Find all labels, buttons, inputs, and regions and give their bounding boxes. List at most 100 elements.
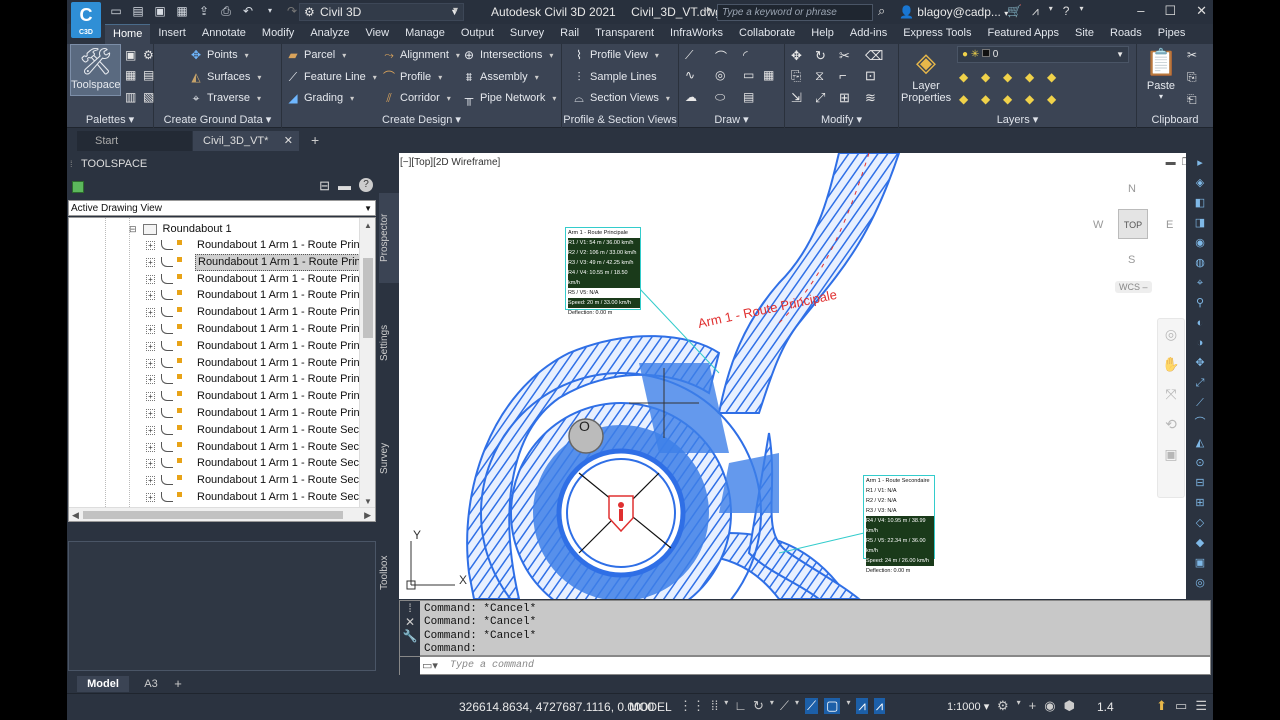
expand-icon[interactable]: + [146, 459, 155, 469]
properties-icon[interactable]: ▸ [1186, 153, 1213, 173]
dist-icon[interactable]: ⌒ [1186, 413, 1213, 433]
pan-icon[interactable]: ✋ [1158, 349, 1184, 379]
list-view-icon[interactable]: ▬ [338, 178, 351, 194]
hardware-accel-icon[interactable]: ⬢ [1064, 698, 1075, 714]
design-center-icon[interactable]: ▤ [143, 68, 154, 82]
panel-title-ground[interactable]: Create Ground Data ▾ [154, 113, 281, 126]
assembly-button[interactable]: ⩩ Assembly ▾ [462, 70, 539, 84]
model-space-toggle[interactable]: MODEL [629, 700, 672, 714]
tree-vertical-scrollbar[interactable]: ▲ ▼ [359, 218, 375, 508]
properties-palette-icon[interactable]: ▣ [125, 48, 136, 62]
tab-analyze[interactable]: Analyze [302, 24, 357, 44]
osnap-icon[interactable]: ⟋ [805, 698, 819, 714]
autoscale-icon[interactable]: ⩘ [873, 698, 886, 714]
pan-icon[interactable]: ◨ [1186, 213, 1213, 233]
layer-on-icon[interactable]: ◆ [959, 70, 968, 84]
region-icon[interactable]: ⊟ [1186, 473, 1213, 493]
lineweight-dropdown-icon[interactable]: ▾ [846, 698, 850, 714]
polar-dropdown-icon[interactable]: ▾ [770, 698, 774, 714]
snap-dropdown-icon[interactable]: ▾ [724, 698, 728, 714]
panel-title-modify[interactable]: Modify ▾ [785, 113, 898, 126]
compass-north[interactable]: N [1128, 183, 1136, 195]
mirror-icon[interactable]: ⧖ [815, 68, 824, 84]
tree-horizontal-scrollbar[interactable]: ◀ ▶ [69, 507, 375, 521]
expand-icon[interactable]: + [146, 241, 155, 250]
profile-button[interactable]: ⌒ Profile ▾ [382, 70, 442, 84]
tree-item[interactable]: + Roundabout 1 Arm 1 - Route Seco... [69, 455, 359, 472]
tree-item[interactable]: + Roundabout 1 Arm 1 - Route Princ... [69, 253, 359, 271]
gradient-icon[interactable]: ▤ [743, 90, 754, 104]
expand-icon[interactable]: + [146, 341, 155, 351]
expand-icon[interactable]: + [146, 408, 155, 418]
drawing-area[interactable]: O Arm 1 - Route Principale X Y Arm 1 - R… [399, 153, 1211, 599]
tab-home[interactable]: Home [105, 24, 151, 44]
move-icon[interactable]: ✥ [791, 48, 802, 64]
tab-output[interactable]: Output [453, 24, 502, 44]
layer-previous-icon[interactable]: ◆ [1047, 92, 1056, 106]
maximize-icon[interactable]: ☐ [1164, 3, 1176, 19]
new-tab-icon[interactable]: + [311, 132, 319, 148]
compass-east[interactable]: E [1166, 219, 1173, 231]
pipe-network-button[interactable]: ╥ Pipe Network ▾ [462, 91, 557, 105]
command-input[interactable]: ▭▾ Type a command [399, 656, 1211, 676]
tab-pipes[interactable]: Pipes [1150, 24, 1194, 44]
scroll-thumb[interactable] [363, 258, 373, 338]
toolspace-header[interactable]: ⁞ TOOLSPACE [67, 153, 379, 175]
tab-add-ins[interactable]: Add-ins [842, 24, 895, 44]
tab-survey[interactable]: Survey [502, 24, 552, 44]
orbit-icon[interactable]: ⟲ [1158, 409, 1184, 439]
scroll-right-icon[interactable]: ▶ [364, 508, 371, 521]
expand-icon[interactable]: + [146, 257, 155, 267]
isodraft-icon[interactable]: ⟋ [780, 698, 789, 714]
tab-toolbox[interactable]: Toolbox [379, 533, 399, 613]
hide-icon[interactable]: ◑ [1186, 333, 1213, 353]
grading-button[interactable]: ◢ Grading ▾ [286, 91, 354, 105]
tree-view-icon[interactable]: ⊟ [319, 178, 330, 194]
isolate-icon[interactable]: ◉ [1044, 698, 1055, 714]
ellipse-icon[interactable]: ⬭ [715, 90, 725, 105]
tool-palette-icon[interactable]: ▦ [125, 68, 136, 82]
steering-wheel-icon[interactable]: ◎ [1158, 319, 1184, 349]
panel-title-draw[interactable]: Draw ▾ [679, 113, 784, 126]
layer-icon[interactable]: ◉ [1186, 233, 1213, 253]
tree-item[interactable]: + Roundabout 1 Arm 1 - Route Seco... [69, 472, 359, 489]
grid-icon[interactable]: ⋮⋮ [679, 698, 705, 714]
cut-icon[interactable]: ✂ [1187, 48, 1197, 62]
annotation-scale[interactable]: 1:1000 ▾ [947, 700, 989, 713]
civil-update-icon[interactable]: ⬆ [1156, 698, 1167, 714]
tree-item[interactable]: + Roundabout 1 Arm 1 - Route Seco... [69, 439, 359, 456]
tab-collaborate[interactable]: Collaborate [731, 24, 803, 44]
view-select[interactable]: Active Drawing View ▼ [68, 200, 376, 216]
expand-icon[interactable]: + [146, 274, 155, 284]
tab-a3[interactable]: A3 [137, 676, 165, 692]
tab-drawing[interactable]: Civil_3D_VT* ✕ [193, 131, 299, 151]
layer-properties-button[interactable]: ◈ Layer Properties [901, 46, 951, 104]
ortho-icon[interactable]: ∟ [734, 698, 747, 714]
group-icon[interactable]: ▣ [1186, 553, 1213, 573]
traverse-button[interactable]: ⌖ Traverse ▾ [189, 91, 261, 105]
copy-clip-icon[interactable]: ⎘ [1187, 70, 1197, 85]
spline-icon[interactable]: ∿ [685, 68, 695, 82]
redo-icon[interactable]: ↷ [285, 4, 299, 18]
expand-icon[interactable]: + [146, 476, 155, 486]
hatch-icon[interactable]: ▦ [763, 68, 774, 82]
erase-icon[interactable]: ⌫ [865, 48, 883, 64]
layer-match-icon[interactable]: ◆ [1047, 70, 1056, 84]
arc-icon[interactable]: ◜ [743, 48, 748, 62]
viewport-controls-label[interactable]: [−][Top][2D Wireframe] [400, 157, 500, 168]
polar-icon[interactable]: ↻ [753, 698, 764, 714]
section-views-button[interactable]: ⌓ Section Views ▾ [572, 91, 670, 105]
close-tab-icon[interactable]: ✕ [284, 131, 293, 151]
isolate-icon[interactable]: ◐ [1186, 313, 1213, 333]
panel-title-palettes[interactable]: Palettes ▾ [67, 113, 153, 126]
tab-rail[interactable]: Rail [552, 24, 587, 44]
scroll-thumb[interactable] [83, 511, 343, 519]
sample-lines-button[interactable]: ⫶ Sample Lines [572, 70, 656, 84]
customize-qa-icon[interactable]: ▾ [453, 5, 458, 16]
expand-icon[interactable]: + [146, 308, 155, 318]
feature-line-button[interactable]: ⟋ Feature Line ▾ [286, 70, 377, 84]
tab-model[interactable]: Model [77, 676, 129, 692]
intersections-button[interactable]: ⊕ Intersections ▾ [462, 48, 553, 62]
tree-item[interactable]: + Roundabout 1 Arm 1 - Route Princ... [69, 271, 359, 288]
print-icon[interactable]: ⎙ [219, 4, 233, 18]
